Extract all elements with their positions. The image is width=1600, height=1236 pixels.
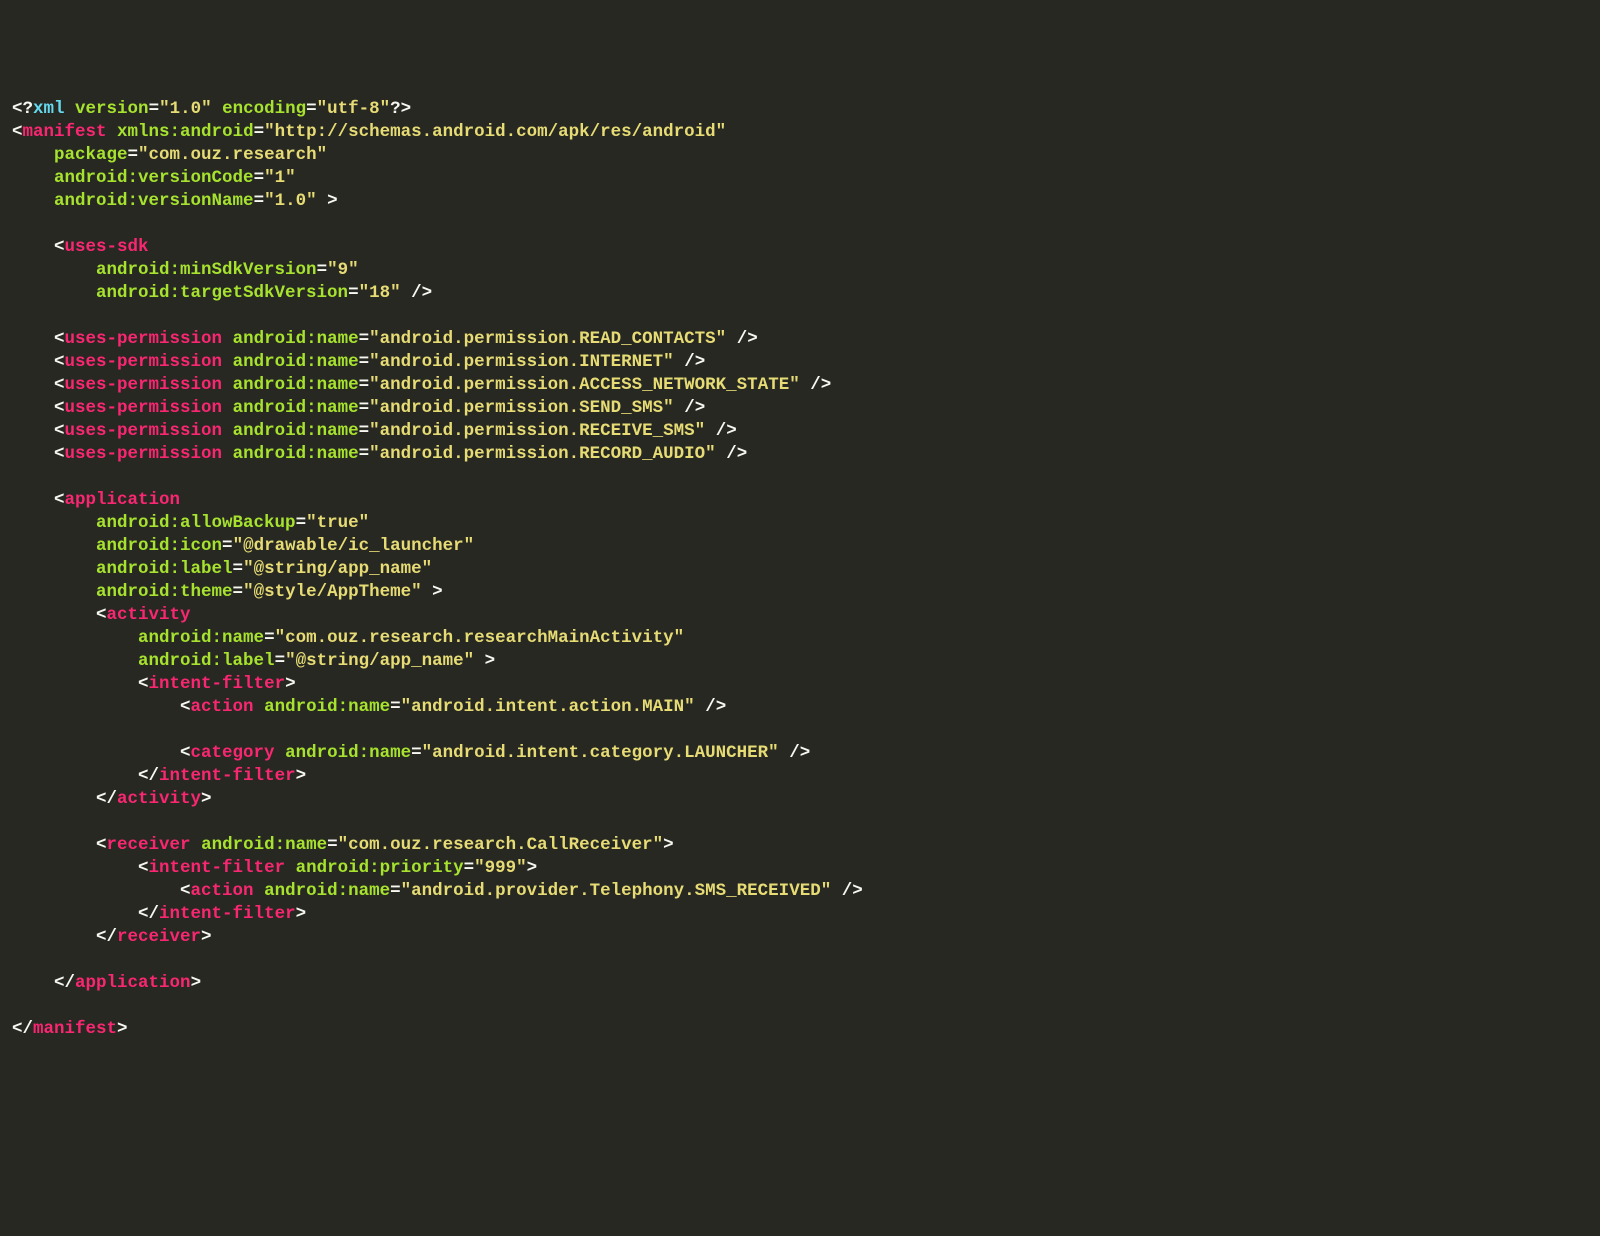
line-blank <box>12 466 1588 489</box>
line-manifest-versioncode: android:versionCode="1" <box>12 167 1588 190</box>
line-minsdk: android:minSdkVersion="9" <box>12 259 1588 282</box>
line-permission-2: <uses-permission android:name="android.p… <box>12 374 1588 397</box>
line-receiver-intent-open: <intent-filter android:priority="999"> <box>12 857 1588 880</box>
line-blank <box>12 949 1588 972</box>
line-manifest-package: package="com.ouz.research" <box>12 144 1588 167</box>
line-receiver-close: </receiver> <box>12 926 1588 949</box>
line-manifest-open: <manifest xmlns:android="http://schemas.… <box>12 121 1588 144</box>
line-intent-filter-open: <intent-filter> <box>12 673 1588 696</box>
line-permission-4: <uses-permission android:name="android.p… <box>12 420 1588 443</box>
line-manifest-close: </manifest> <box>12 1018 1588 1041</box>
line-action-main: <action android:name="android.intent.act… <box>12 696 1588 719</box>
line-receiver-intent-close: </intent-filter> <box>12 903 1588 926</box>
line-activity-name: android:name="com.ouz.research.researchM… <box>12 627 1588 650</box>
line-blank <box>12 811 1588 834</box>
line-blank <box>12 719 1588 742</box>
line-app-allowbackup: android:allowBackup="true" <box>12 512 1588 535</box>
line-manifest-versionname: android:versionName="1.0" > <box>12 190 1588 213</box>
line-activity-open: <activity <box>12 604 1588 627</box>
line-xml-decl: <?xml version="1.0" encoding="utf-8"?> <box>12 98 1588 121</box>
line-activity-label: android:label="@string/app_name" > <box>12 650 1588 673</box>
line-category-launcher: <category android:name="android.intent.c… <box>12 742 1588 765</box>
line-blank <box>12 995 1588 1018</box>
line-receiver-open: <receiver android:name="com.ouz.research… <box>12 834 1588 857</box>
line-app-open: <application <box>12 489 1588 512</box>
line-blank <box>12 305 1588 328</box>
line-blank <box>12 213 1588 236</box>
line-permission-0: <uses-permission android:name="android.p… <box>12 328 1588 351</box>
line-app-icon: android:icon="@drawable/ic_launcher" <box>12 535 1588 558</box>
code-editor[interactable]: <?xml version="1.0" encoding="utf-8"?><m… <box>12 98 1588 1041</box>
line-permission-5: <uses-permission android:name="android.p… <box>12 443 1588 466</box>
line-app-theme: android:theme="@style/AppTheme" > <box>12 581 1588 604</box>
line-app-close: </application> <box>12 972 1588 995</box>
line-activity-close: </activity> <box>12 788 1588 811</box>
line-app-label: android:label="@string/app_name" <box>12 558 1588 581</box>
line-targetsdk: android:targetSdkVersion="18" /> <box>12 282 1588 305</box>
line-uses-sdk-open: <uses-sdk <box>12 236 1588 259</box>
line-receiver-action: <action android:name="android.provider.T… <box>12 880 1588 903</box>
line-permission-3: <uses-permission android:name="android.p… <box>12 397 1588 420</box>
line-permission-1: <uses-permission android:name="android.p… <box>12 351 1588 374</box>
line-intent-filter-close: </intent-filter> <box>12 765 1588 788</box>
